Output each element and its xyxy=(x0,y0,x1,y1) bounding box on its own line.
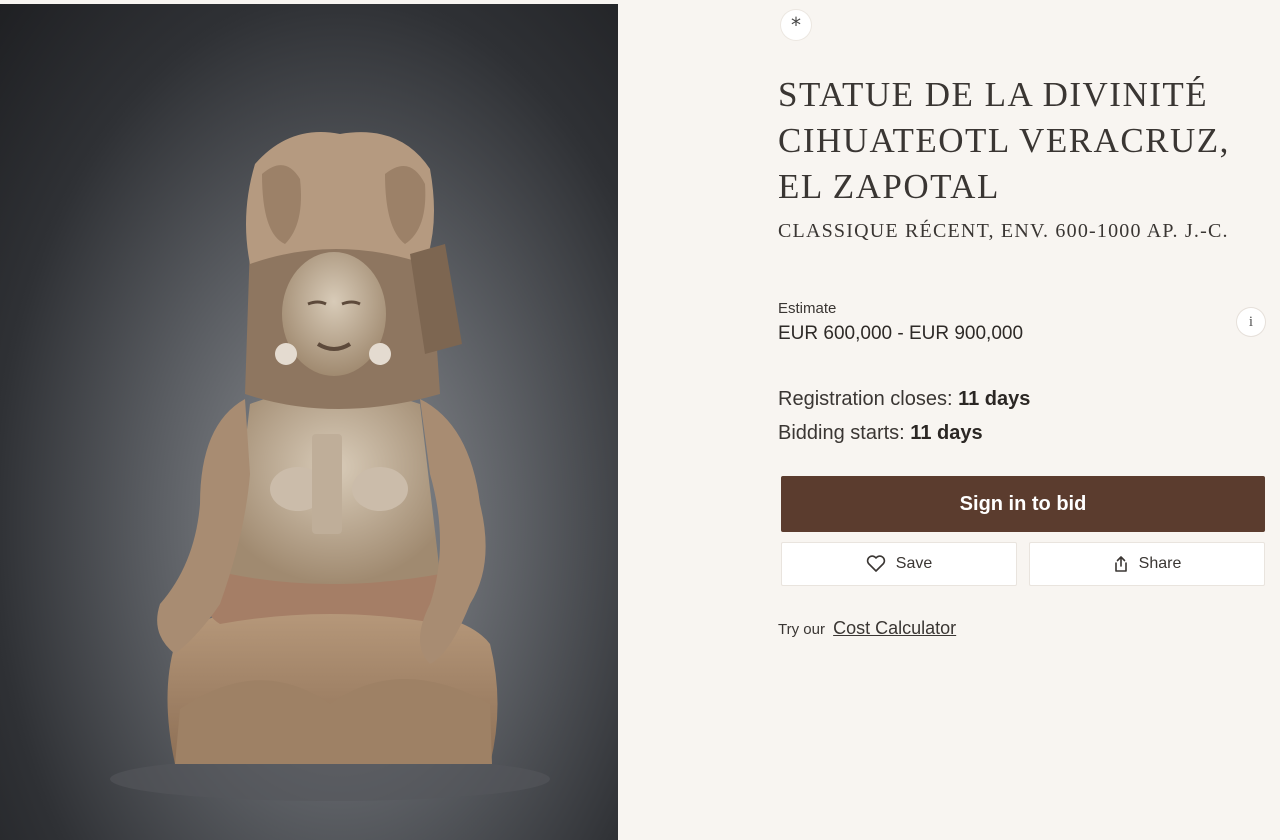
bidding-status: Bidding starts: 11 days xyxy=(778,422,983,445)
cost-calculator-link[interactable]: Cost Calculator xyxy=(833,618,956,638)
asterisk-icon: * xyxy=(781,10,811,40)
heart-icon xyxy=(866,555,886,573)
bidding-value: 11 days xyxy=(910,422,983,444)
estimate-label: Estimate xyxy=(778,300,837,317)
registration-value: 11 days xyxy=(958,388,1031,410)
sign-in-to-bid-button[interactable]: Sign in to bid xyxy=(781,476,1265,532)
save-button[interactable]: Save xyxy=(781,542,1017,586)
lot-title: STATUE DE LA DIVINITÉ CIHUATEOTL VERACRU… xyxy=(778,75,1230,206)
share-label: Share xyxy=(1138,555,1182,572)
share-icon xyxy=(1113,555,1129,573)
registration-label: Registration closes: xyxy=(778,388,953,410)
lot-photo[interactable] xyxy=(0,4,618,840)
share-button[interactable]: Share xyxy=(1029,542,1265,586)
bidding-label: Bidding starts: xyxy=(778,422,905,444)
lot-details: * STATUE DE LA DIVINITÉ CIHUATEOTL VERAC… xyxy=(618,0,1280,840)
estimate-value: EUR 600,000 - EUR 900,000 xyxy=(778,323,1024,344)
lot-subtitle: CLASSIQUE RÉCENT, ENV. 600-1000 AP. J.-C… xyxy=(778,220,1229,242)
registration-status: Registration closes: 11 days xyxy=(778,388,1030,411)
info-icon[interactable]: i xyxy=(1237,308,1265,336)
cost-calculator-prompt: Try our Cost Calculator xyxy=(778,618,956,639)
save-label: Save xyxy=(895,555,933,572)
statue-image xyxy=(110,132,550,801)
calculator-prefix: Try our xyxy=(778,621,825,638)
